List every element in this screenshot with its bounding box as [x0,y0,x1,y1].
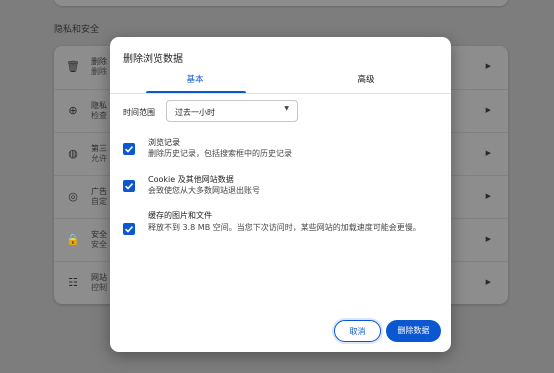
row-label: 第三 允许 [91,144,107,163]
chevron-right-icon: ▶ [485,235,491,243]
cookie-icon: ◍ [68,147,78,160]
time-range-label: 时间范围 [123,108,155,117]
option-description: 删除历史记录，包括搜索框中的历史记录 [148,149,292,158]
checkmark-icon [125,146,134,153]
chevron-right-icon: ▶ [485,106,491,114]
ad-privacy-icon: ◎ [68,190,78,203]
option-title: 缓存的图片和文件 [148,211,212,220]
section-title: 隐私和安全 [54,25,100,35]
trash-icon: 🗑 [66,60,80,73]
dialog-title: 删除浏览数据 [123,54,183,65]
row-label: 删除 删除 [91,57,107,76]
chevron-right-icon: ▶ [485,278,491,286]
option-title: Cookie 及其他网站数据 [148,175,234,184]
tab-advanced[interactable]: 高级 [281,73,451,85]
row-label: 广告 自定 [91,187,107,206]
lock-icon: 🔒 [66,233,80,246]
row-label: 网站 控制 [91,273,107,292]
sliders-icon: ☷ [68,276,78,289]
chevron-right-icon: ▶ [485,192,491,200]
chevron-right-icon: ▶ [485,149,491,157]
option-title: 浏览记录 [148,138,180,147]
checkmark-icon [125,226,134,233]
time-range-select[interactable]: 过去一小时 ▼ [166,100,298,122]
time-range-value: 过去一小时 [175,108,215,117]
tabs-divider [110,93,451,94]
cancel-button[interactable]: 取消 [334,320,381,342]
option-description: 会致使您从大多数网站退出账号 [148,186,260,195]
caret-down-icon: ▼ [284,105,289,112]
clear-browsing-data-dialog: 删除浏览数据 基本 高级 时间范围 过去一小时 ▼ 浏览记录 删除历史记录，包括… [110,37,451,352]
tab-basic[interactable]: 基本 [110,73,280,85]
cookies-checkbox[interactable] [123,180,135,192]
row-label: 隐私 检查 [91,101,107,120]
browsing-history-checkbox[interactable] [123,143,135,155]
privacy-guide-icon: ⊕ [68,104,78,117]
delete-data-button[interactable]: 删除数据 [386,320,441,342]
option-description: 释放不到 3.8 MB 空间。当您下次访问时，某些网站的加载速度可能会更慢。 [148,223,421,232]
checkmark-icon [125,183,134,190]
top-card-edge [54,0,508,6]
row-label: 安全 安全 [91,230,107,249]
cached-images-checkbox[interactable] [123,223,135,235]
chevron-right-icon: ▶ [485,62,491,70]
